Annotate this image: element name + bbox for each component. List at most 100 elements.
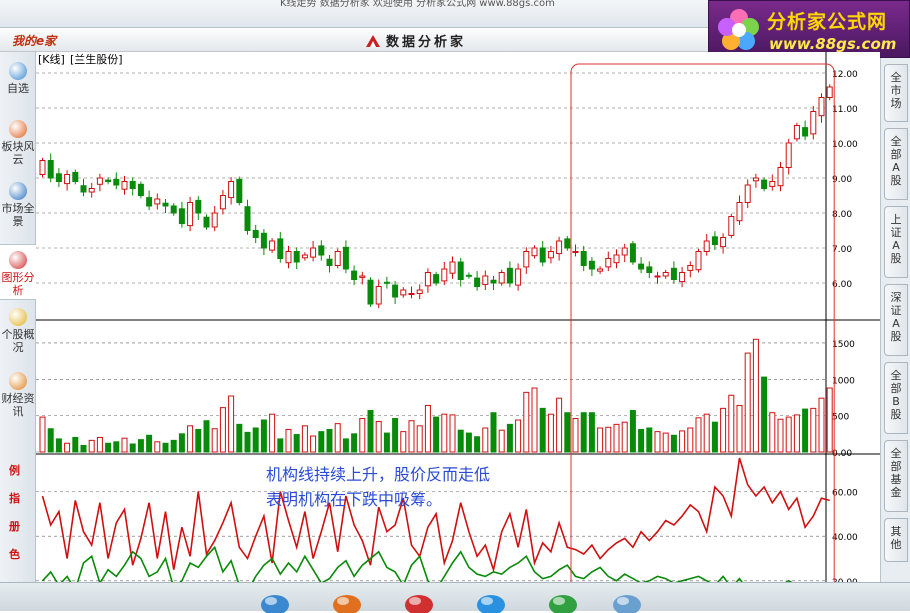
volume-bar: [662, 432, 669, 453]
chart-period: [K线]: [38, 52, 65, 66]
nav-item-4[interactable]: 个股概况: [0, 302, 36, 358]
volume-bar: [203, 420, 210, 453]
volume-bar: [793, 414, 800, 453]
nav-item-5[interactable]: 财经资讯: [0, 366, 36, 422]
volume-bar: [605, 426, 612, 453]
volume-bar: [474, 436, 481, 453]
volume-bar: [55, 438, 62, 453]
volume-bar: [359, 418, 366, 453]
volume-bar: [129, 443, 136, 453]
volume-bar: [195, 428, 202, 453]
volume-bar: [383, 432, 390, 453]
volume-bar: [260, 419, 267, 453]
people-tool-icon[interactable]: [546, 587, 580, 613]
volume-bar: [96, 436, 103, 453]
volume-bar: [785, 416, 792, 453]
volume-bar: [162, 442, 169, 453]
volume-bar: [88, 439, 95, 453]
nav-small-label[interactable]: 例: [9, 462, 20, 478]
volume-bar: [178, 433, 185, 453]
candle: [367, 277, 374, 307]
candle: [187, 196, 194, 232]
candle: [39, 157, 46, 178]
volume-bar: [629, 410, 636, 453]
right-tab-0[interactable]: 全市场: [884, 64, 908, 122]
volume-bar: [777, 418, 784, 453]
right-tab-label: 全部B股: [890, 369, 902, 421]
logo-url: www.88gs.com: [769, 35, 897, 53]
search-tool-icon[interactable]: [258, 587, 292, 613]
nav-small-label[interactable]: 指: [9, 490, 20, 506]
volume-bar: [679, 430, 686, 453]
volume-bar: [621, 421, 628, 453]
globe-tool-icon[interactable]: [474, 587, 508, 613]
candle: [793, 122, 800, 142]
globe-icon: [9, 182, 27, 200]
right-tab-3[interactable]: 深证A股: [884, 284, 908, 356]
volume-bar: [318, 431, 325, 453]
annotation-line-2: 表明机构在下跌中吸筹。: [266, 490, 442, 509]
nav-item-label: 市场全景: [1, 202, 35, 228]
right-tab-2[interactable]: 上证A股: [884, 206, 908, 278]
upload-arrow-icon[interactable]: [402, 587, 436, 613]
site-logo[interactable]: 分析家公式网 www.88gs.com: [708, 0, 910, 58]
volume-bar: [433, 416, 440, 453]
volume-bar: [252, 427, 259, 453]
brand-label[interactable]: 我的e家: [12, 32, 56, 49]
right-tab-4[interactable]: 全部B股: [884, 362, 908, 434]
chart-area[interactable]: [K线] [兰生股份] 6.007.008.009.0010.0011.0012…: [36, 52, 880, 582]
volume-bar: [761, 376, 768, 453]
volume-bar: [547, 413, 554, 453]
volume-bar: [638, 428, 645, 453]
volume-bar: [121, 437, 128, 453]
volume-bar: [818, 397, 825, 453]
pencil-tool-icon[interactable]: [330, 587, 364, 613]
nav-small-label[interactable]: 册: [9, 518, 20, 534]
volume-bar: [211, 428, 218, 453]
right-tab-6[interactable]: 其他: [884, 518, 908, 562]
volume-bar: [556, 397, 563, 453]
volume-bar: [64, 442, 71, 453]
left-nav: 自选板块风云市场全景图形分析 个股概况财经资讯例指册色: [0, 52, 36, 611]
volume-bar: [293, 434, 300, 453]
right-tab-label: 全市场: [890, 71, 902, 110]
right-nav: 全市场全部A股上证A股深证A股全部B股全部基金其他: [880, 58, 910, 583]
volume-bar: [802, 408, 809, 453]
volume-bar: [720, 407, 727, 453]
right-tab-1[interactable]: 全部A股: [884, 128, 908, 200]
right-tab-label: 全部基金: [890, 447, 902, 499]
volume-bar: [572, 418, 579, 453]
volume-bar: [752, 338, 759, 453]
nav-item-0[interactable]: 自选: [0, 56, 36, 112]
right-tab-label: 全部A股: [890, 135, 902, 187]
nav-item-3[interactable]: 图形分析: [0, 244, 36, 300]
nav-small-label[interactable]: 色: [9, 546, 20, 562]
nav-item-label: 板块风云: [1, 140, 35, 166]
right-tab-label: 其他: [890, 525, 902, 551]
volume-bar: [146, 434, 153, 453]
document-tool-icon[interactable]: [610, 587, 644, 613]
volume-bar: [47, 428, 54, 453]
volume-bar: [285, 428, 292, 453]
stock-profile-icon: [9, 308, 27, 326]
volume-bar: [646, 427, 653, 453]
volume-bar: [695, 417, 702, 453]
volume-bar: [506, 423, 513, 453]
nav-item-1[interactable]: 板块风云: [0, 114, 36, 170]
nav-item-label: 自选: [7, 82, 29, 95]
volume-bar: [482, 427, 489, 453]
volume-bar: [137, 439, 144, 453]
candle: [236, 176, 243, 206]
magnifier-icon: [9, 62, 27, 80]
right-tab-5[interactable]: 全部基金: [884, 440, 908, 512]
candle: [629, 241, 636, 265]
flower-logo-icon: [718, 9, 759, 50]
volume-bar: [351, 433, 358, 453]
volume-bar: [703, 413, 710, 453]
logo-title: 分析家公式网: [767, 11, 888, 33]
nav-item-2[interactable]: 市场全景: [0, 176, 36, 232]
volume-bar: [244, 431, 251, 453]
volume-bar: [105, 442, 112, 453]
app-logo-icon: [366, 35, 380, 47]
chart-analysis-icon: [9, 251, 27, 269]
